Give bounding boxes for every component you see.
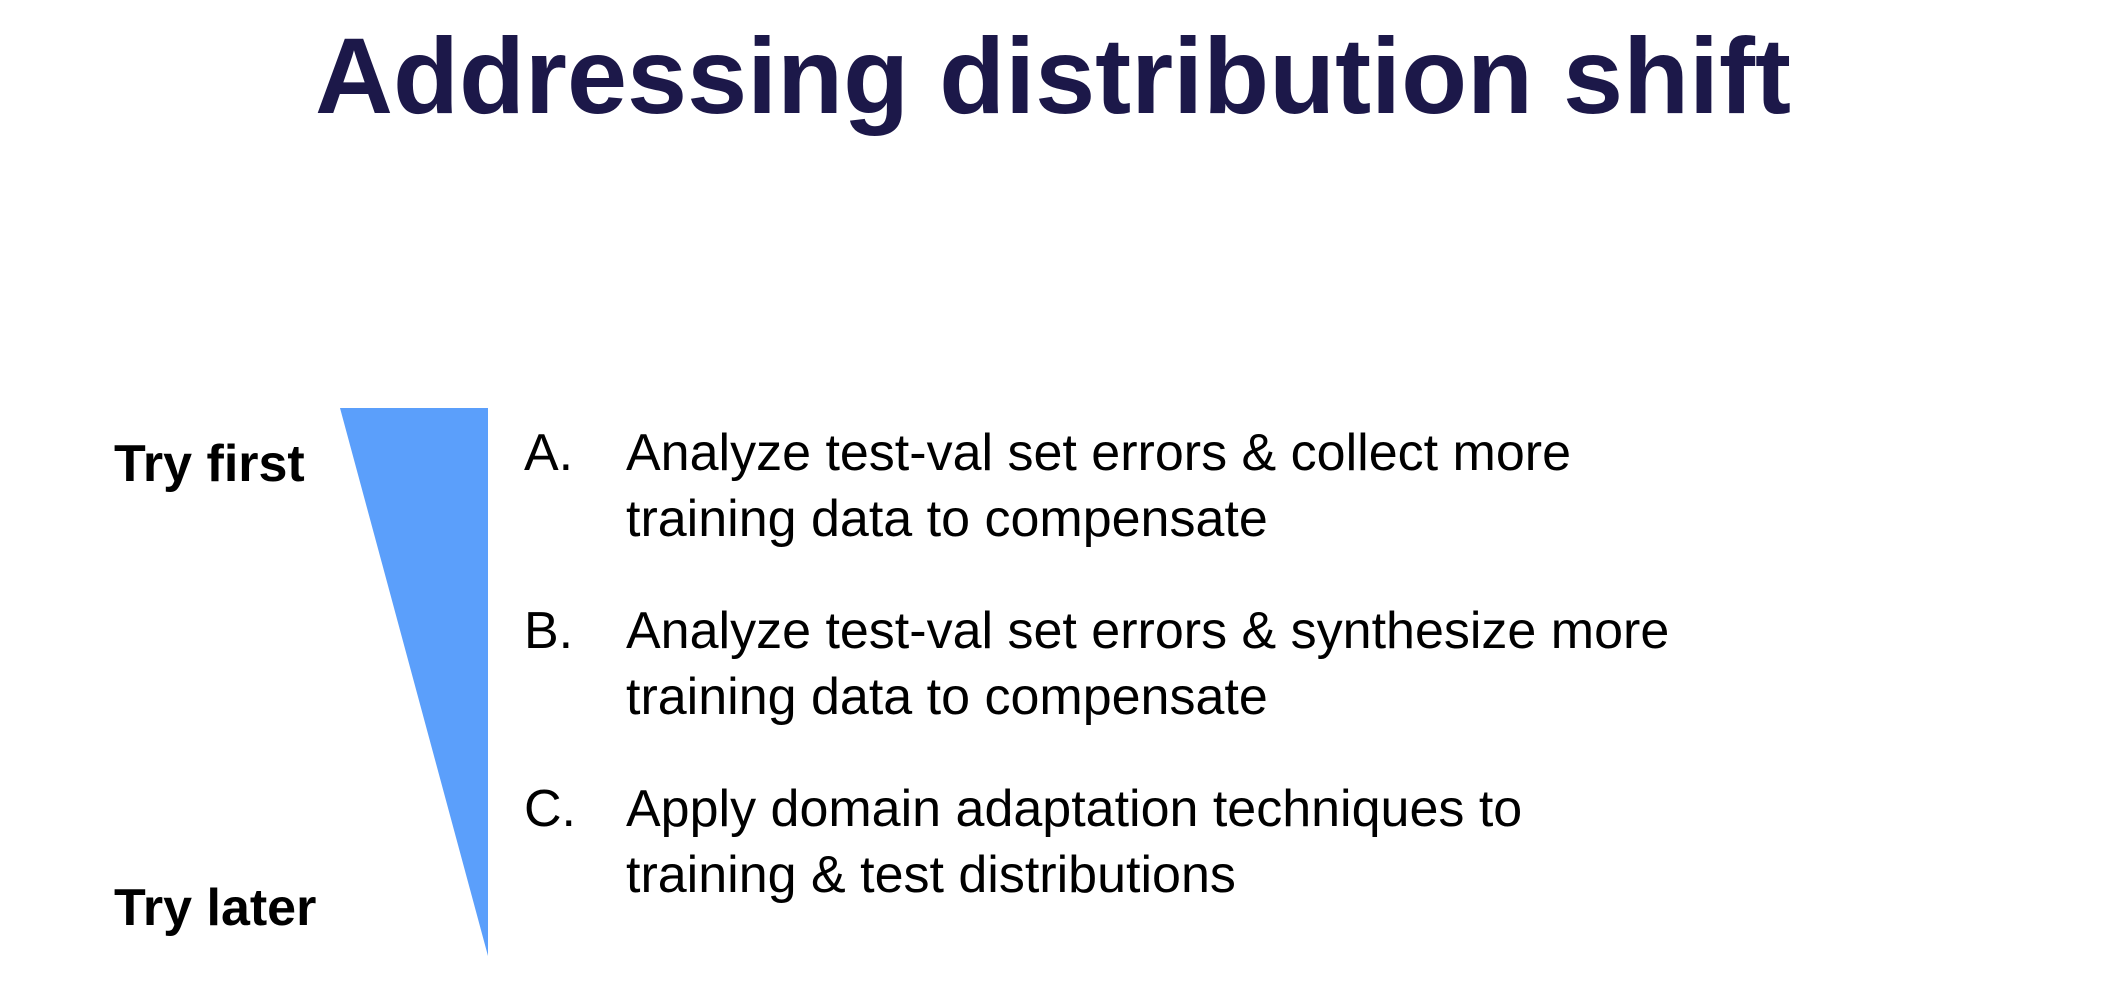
try-later-label: Try later bbox=[114, 879, 317, 937]
option-text: Analyze test-val set errors & collect mo… bbox=[626, 420, 1571, 552]
option-line: Analyze test-val set errors & collect mo… bbox=[626, 424, 1571, 482]
option-c: C. Apply domain adaptation techniques to… bbox=[524, 776, 1824, 908]
option-text: Analyze test-val set errors & synthesize… bbox=[626, 598, 1669, 730]
option-line: training data to compensate bbox=[626, 668, 1268, 726]
option-a: A. Analyze test-val set errors & collect… bbox=[524, 420, 1824, 552]
options-list: A. Analyze test-val set errors & collect… bbox=[524, 420, 1824, 954]
option-letter: B. bbox=[524, 602, 574, 660]
priority-wedge-shape bbox=[340, 408, 488, 956]
option-line: Apply domain adaptation techniques to bbox=[626, 780, 1523, 838]
slide-title: Addressing distribution shift bbox=[315, 15, 1791, 136]
slide: Addressing distribution shift Try first … bbox=[0, 0, 2106, 1008]
try-first-label: Try first bbox=[114, 435, 305, 493]
option-line: training & test distributions bbox=[626, 846, 1236, 904]
option-letter: A. bbox=[524, 424, 574, 482]
option-line: training data to compensate bbox=[626, 490, 1268, 548]
option-letter: C. bbox=[524, 780, 576, 838]
option-line: Analyze test-val set errors & synthesize… bbox=[626, 602, 1670, 660]
priority-wedge bbox=[340, 408, 488, 956]
option-text: Apply domain adaptation techniques to tr… bbox=[626, 776, 1522, 908]
option-b: B. Analyze test-val set errors & synthes… bbox=[524, 598, 1824, 730]
